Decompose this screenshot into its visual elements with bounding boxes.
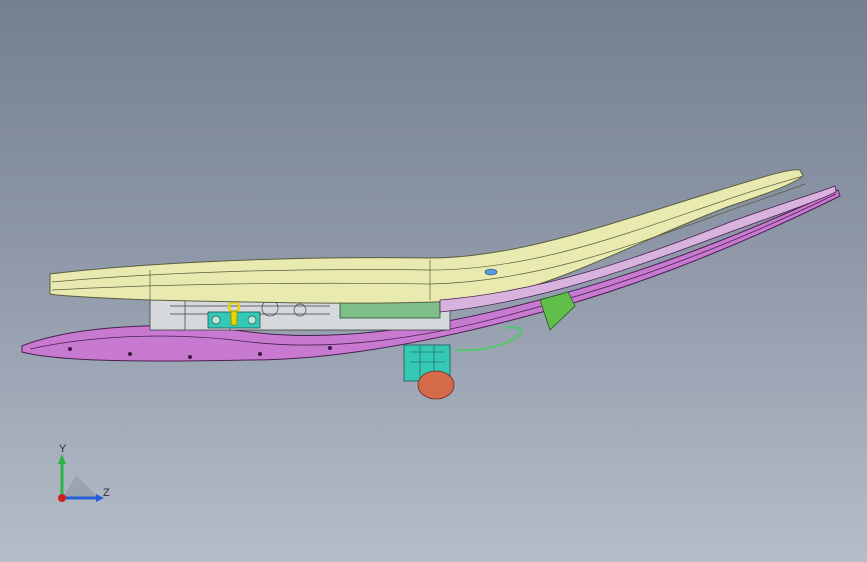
x-axis-cone-icon: [62, 476, 100, 498]
bracket-bolt-right: [247, 315, 257, 325]
green-trim-piece: [539, 291, 576, 331]
cad-3d-viewport[interactable]: Y Z: [0, 0, 867, 562]
axis-z-label: Z: [103, 487, 110, 499]
bracket-bolt-left: [211, 315, 221, 325]
seat-cushion: [49, 169, 804, 304]
axis-y-label: Y: [59, 443, 67, 455]
seat-side-trim: [439, 185, 837, 313]
y-axis-arrowhead-icon: [58, 454, 66, 464]
coordinate-triad: [58, 454, 104, 502]
latch-stem: [230, 310, 238, 326]
connector-body: [417, 370, 455, 400]
blue-clip: [484, 268, 498, 276]
x-axis-origin-icon: [58, 494, 66, 502]
